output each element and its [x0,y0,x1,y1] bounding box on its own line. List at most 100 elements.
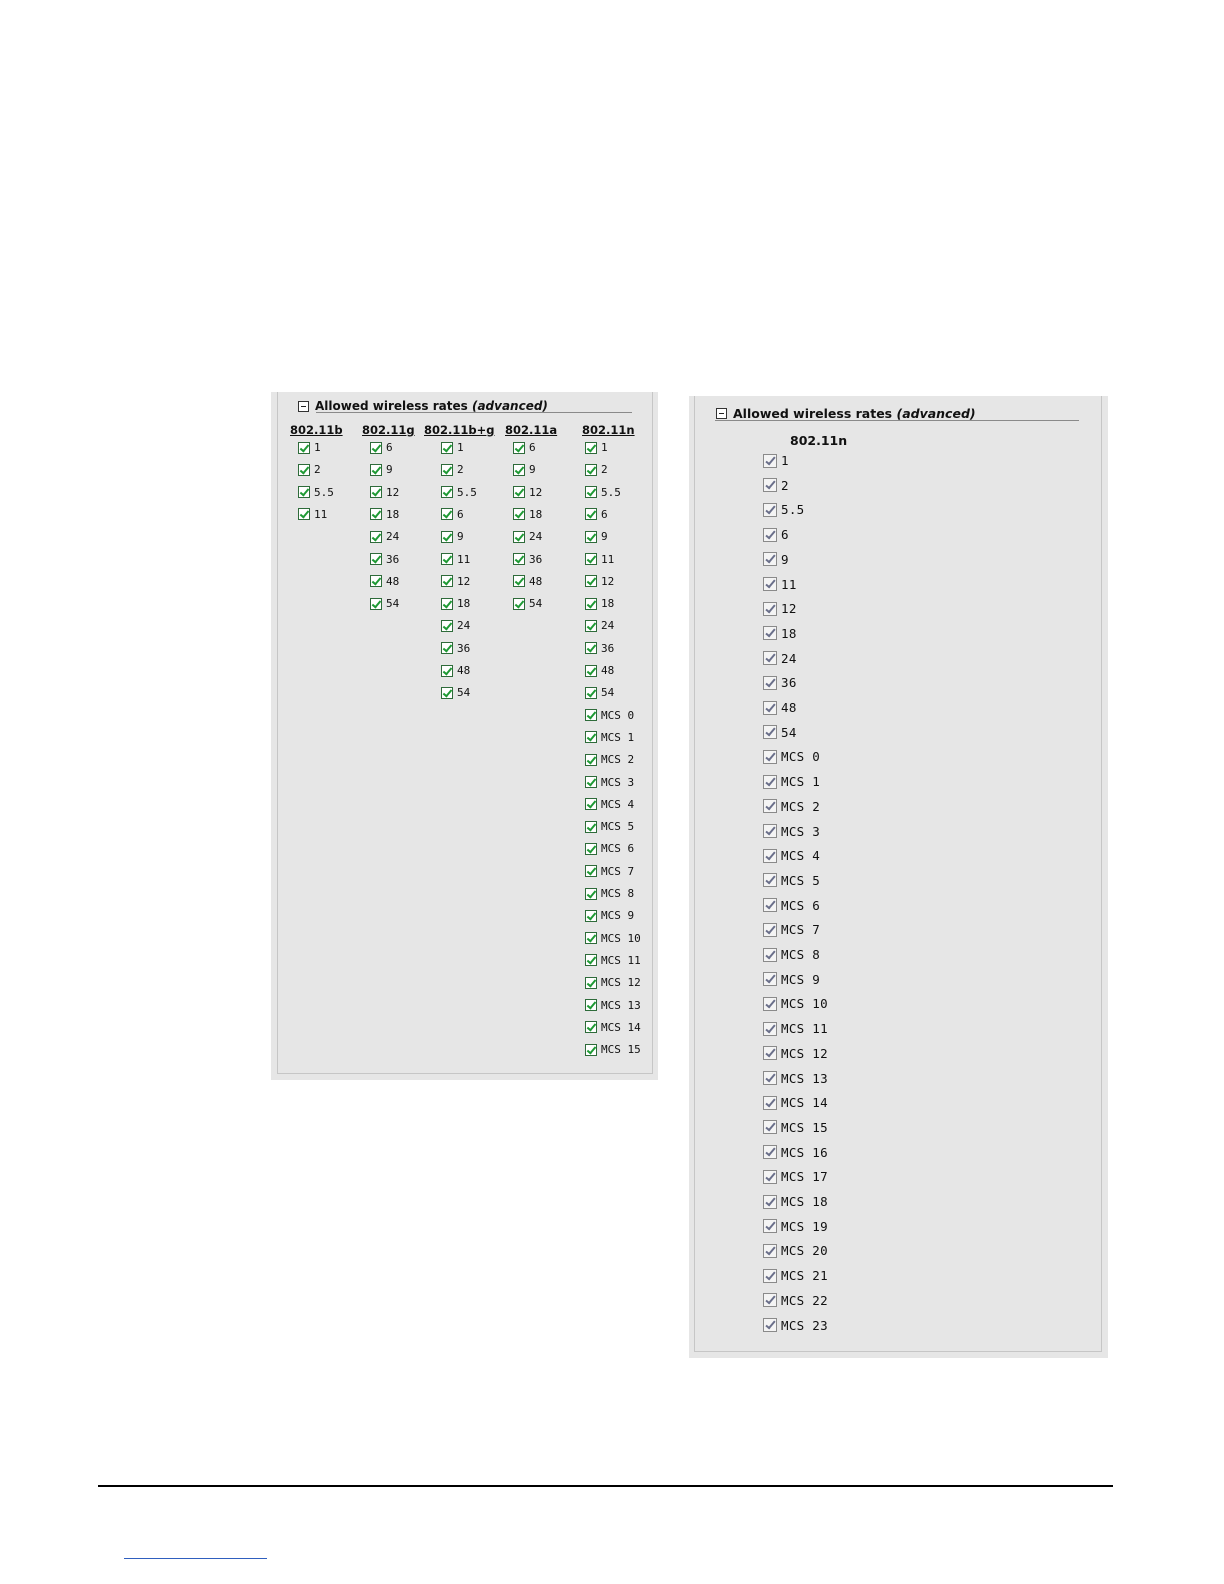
checkmark-icon[interactable] [370,575,382,588]
rate-checkbox-80211bg-24[interactable]: 24 [441,619,470,632]
rate-checkbox-80211n-36[interactable]: 36 [763,675,797,690]
checkmark-icon[interactable] [585,553,597,565]
checkmark-icon[interactable] [585,530,597,543]
checkmark-icon[interactable] [370,530,382,543]
rate-checkbox-80211n-5.5[interactable]: 5.5 [585,486,621,499]
rate-checkbox-80211g-24[interactable]: 24 [370,530,399,543]
checkmark-icon[interactable] [585,1043,597,1056]
rate-checkbox-80211n-mcs-11[interactable]: MCS 11 [585,954,641,967]
rate-checkbox-80211n-mcs-14[interactable]: MCS 14 [585,1021,641,1034]
rate-checkbox-80211n-mcs-8[interactable]: MCS 8 [585,887,634,900]
rate-checkbox-80211n-mcs-9[interactable]: MCS 9 [585,909,634,922]
rate-checkbox-80211n-mcs-15[interactable]: MCS 15 [763,1120,828,1135]
rate-checkbox-80211g-48[interactable]: 48 [370,575,399,588]
checkmark-icon[interactable] [441,597,453,610]
rate-checkbox-80211n-11[interactable]: 11 [763,577,797,592]
rate-checkbox-80211bg-1[interactable]: 1 [441,441,464,454]
checkmark-icon[interactable] [763,700,777,715]
checkmark-icon[interactable] [763,749,777,764]
rate-checkbox-80211n-11[interactable]: 11 [585,553,614,566]
rate-checkbox-80211n-54[interactable]: 54 [585,686,614,699]
rate-checkbox-80211bg-54[interactable]: 54 [441,686,470,699]
rate-checkbox-80211a-48[interactable]: 48 [513,575,542,588]
checkmark-icon[interactable] [763,848,777,863]
checkmark-icon[interactable] [585,642,597,655]
checkmark-icon[interactable] [763,1293,777,1308]
rate-checkbox-80211n-mcs-13[interactable]: MCS 13 [763,1071,828,1086]
checkmark-icon[interactable] [585,575,597,588]
rate-checkbox-80211n-mcs-1[interactable]: MCS 1 [585,731,634,744]
rate-checkbox-80211a-36[interactable]: 36 [513,553,542,566]
checkmark-icon[interactable] [763,1243,777,1258]
checkmark-icon[interactable] [585,932,597,945]
rate-checkbox-80211n-6[interactable]: 6 [763,527,789,542]
column-header-80211n[interactable]: 802.11n [582,423,635,437]
rate-checkbox-80211n-mcs-23[interactable]: MCS 23 [763,1318,828,1333]
rate-checkbox-80211b-2[interactable]: 2 [298,463,321,476]
checkmark-icon[interactable] [585,820,597,833]
rate-checkbox-80211n-mcs-3[interactable]: MCS 3 [585,776,634,789]
rate-checkbox-80211g-36[interactable]: 36 [370,553,399,566]
checkmark-icon[interactable] [441,664,453,677]
rate-checkbox-80211a-18[interactable]: 18 [513,508,542,521]
checkmark-icon[interactable] [370,508,382,521]
checkmark-icon[interactable] [763,1145,777,1160]
checkmark-icon[interactable] [370,441,382,454]
rate-checkbox-80211bg-48[interactable]: 48 [441,664,470,677]
rate-checkbox-80211n-mcs-2[interactable]: MCS 2 [585,753,634,766]
checkmark-icon[interactable] [585,486,597,499]
checkmark-icon[interactable] [585,463,597,476]
rate-checkbox-80211n-mcs-0[interactable]: MCS 0 [585,709,634,722]
checkmark-icon[interactable] [585,887,597,900]
checkmark-icon[interactable] [441,486,453,499]
rate-checkbox-80211n-mcs-5[interactable]: MCS 5 [585,820,634,833]
checkmark-icon[interactable] [370,463,382,476]
rate-checkbox-80211n-1[interactable]: 1 [585,441,608,454]
checkmark-icon[interactable] [585,798,597,811]
checkmark-icon[interactable] [585,909,597,922]
checkmark-icon[interactable] [585,954,597,967]
rate-checkbox-80211n-12[interactable]: 12 [585,575,614,588]
checkmark-icon[interactable] [763,972,777,987]
checkmark-icon[interactable] [441,508,453,521]
checkmark-icon[interactable] [298,441,310,454]
rate-checkbox-80211n-54[interactable]: 54 [763,725,797,740]
rate-checkbox-80211n-mcs-4[interactable]: MCS 4 [763,848,820,863]
column-header-80211bg[interactable]: 802.11b+g [424,423,494,437]
rate-checkbox-80211n-12[interactable]: 12 [763,601,797,616]
checkmark-icon[interactable] [585,709,597,722]
checkmark-icon[interactable] [370,553,382,565]
checkmark-icon[interactable] [763,824,777,838]
column-header-80211b[interactable]: 802.11b [290,423,343,437]
checkmark-icon[interactable] [763,1219,777,1234]
rate-checkbox-80211n-mcs-15[interactable]: MCS 15 [585,1043,641,1056]
rate-checkbox-80211a-54[interactable]: 54 [513,597,542,610]
checkmark-icon[interactable] [585,731,597,744]
checkmark-icon[interactable] [763,502,777,517]
rate-checkbox-80211n-mcs-16[interactable]: MCS 16 [763,1145,828,1160]
checkmark-icon[interactable] [585,776,597,788]
rate-checkbox-80211bg-6[interactable]: 6 [441,508,464,521]
checkmark-icon[interactable] [763,1071,777,1085]
checkmark-icon[interactable] [585,664,597,677]
checkmark-icon[interactable] [763,675,777,690]
rate-checkbox-80211n-mcs-1[interactable]: MCS 1 [763,774,820,789]
rate-checkbox-80211g-9[interactable]: 9 [370,463,393,476]
rate-checkbox-80211n-mcs-14[interactable]: MCS 14 [763,1095,828,1110]
rate-checkbox-80211n-mcs-3[interactable]: MCS 3 [763,824,820,839]
rate-checkbox-80211n-mcs-0[interactable]: MCS 0 [763,749,820,764]
checkmark-icon[interactable] [585,976,597,989]
rate-checkbox-80211n-mcs-19[interactable]: MCS 19 [763,1219,828,1234]
checkmark-icon[interactable] [763,1120,777,1135]
rate-checkbox-80211n-mcs-7[interactable]: MCS 7 [585,865,634,878]
checkmark-icon[interactable] [763,996,777,1011]
checkmark-icon[interactable] [441,553,453,565]
rate-checkbox-80211n-mcs-4[interactable]: MCS 4 [585,798,634,811]
checkmark-icon[interactable] [763,898,777,913]
rate-checkbox-80211n-mcs-11[interactable]: MCS 11 [763,1021,828,1036]
checkmark-icon[interactable] [763,947,777,962]
rate-checkbox-80211g-54[interactable]: 54 [370,597,399,610]
checkmark-icon[interactable] [585,508,597,521]
rate-checkbox-80211n-36[interactable]: 36 [585,642,614,655]
checkmark-icon[interactable] [441,441,453,454]
